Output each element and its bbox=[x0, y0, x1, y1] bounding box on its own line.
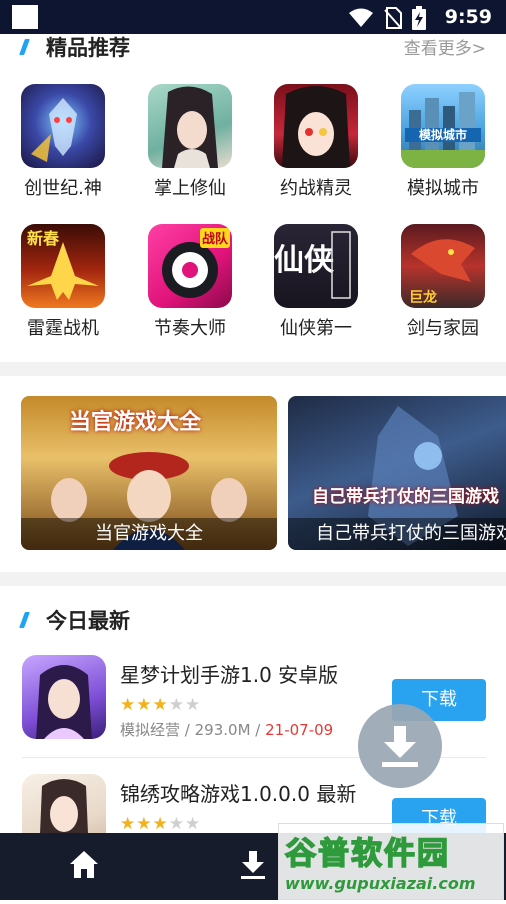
svg-text:战队: 战队 bbox=[202, 231, 229, 247]
item-date: 21-07-09 bbox=[265, 721, 334, 739]
svg-text:模拟城市: 模拟城市 bbox=[419, 127, 467, 142]
app-item[interactable]: 模拟城市 模拟城市 bbox=[388, 84, 498, 200]
star-empty-icon: ★★ bbox=[168, 814, 202, 834]
banner-card[interactable]: 自己带兵打仗的三国游戏 自己带兵打仗的三国游戏 bbox=[288, 396, 506, 550]
app-name: 创世纪.神 bbox=[24, 178, 102, 199]
app-name: 仙侠第一 bbox=[280, 318, 352, 339]
view-more-link[interactable]: 查看更多> bbox=[404, 34, 486, 59]
star-icon: ★★★ bbox=[120, 814, 169, 834]
rating-stars: ★★★★★ bbox=[120, 814, 201, 834]
app-item[interactable]: 战队 节奏大师 bbox=[135, 224, 245, 340]
svg-text:新春: 新春 bbox=[27, 229, 60, 248]
app-item[interactable]: 仙侠 仙侠第一 bbox=[261, 224, 371, 340]
app-name: 约战精灵 bbox=[280, 178, 352, 199]
city-sim-icon: 模拟城市 bbox=[401, 84, 485, 168]
home-icon bbox=[70, 851, 98, 878]
wifi-icon bbox=[349, 8, 373, 27]
svg-text:巨龙: 巨龙 bbox=[409, 289, 437, 306]
fighter-jet-icon: 新春 bbox=[21, 224, 105, 308]
section-divider bbox=[0, 572, 506, 586]
item-size: 293.0M bbox=[194, 721, 251, 739]
xianxia-lady-icon bbox=[148, 84, 232, 168]
item-title: 锦绣攻略游戏1.0.0.0 最新 bbox=[120, 782, 357, 806]
warrior-game-icon bbox=[21, 84, 105, 168]
rhythm-master-icon: 战队 bbox=[148, 224, 232, 308]
no-sim-icon bbox=[384, 7, 402, 29]
star-empty-icon: ★★ bbox=[168, 695, 202, 715]
app-item[interactable]: 巨龙 剑与家园 bbox=[388, 224, 498, 340]
rating-stars: ★★★★★ bbox=[120, 695, 201, 715]
download-arrow-icon bbox=[382, 726, 418, 767]
banner-caption: 当官游戏大全 bbox=[21, 518, 277, 550]
section-accent-icon bbox=[19, 612, 30, 628]
calligraphy-icon: 仙侠 bbox=[274, 224, 358, 308]
star-icon: ★★★ bbox=[120, 695, 169, 715]
featured-title: 精品推荐 bbox=[46, 36, 130, 60]
anime-girl-icon bbox=[274, 84, 358, 168]
watermark-logo: 谷普软件园 bbox=[284, 835, 450, 873]
tab-home[interactable] bbox=[24, 833, 144, 900]
banner-overlay-text: 自己带兵打仗的三国游戏 bbox=[312, 487, 499, 507]
app-name: 节奏大师 bbox=[154, 318, 226, 339]
status-icons bbox=[348, 6, 426, 30]
app-item[interactable]: 创世纪.神 bbox=[8, 84, 118, 200]
status-bar: 9:59 bbox=[0, 0, 506, 34]
section-divider bbox=[0, 362, 506, 376]
app-item[interactable]: 掌上修仙 bbox=[135, 84, 245, 200]
app-item[interactable]: 新春 雷霆战机 bbox=[8, 224, 118, 340]
banner-card[interactable]: 当官游戏大全 当官游戏大全 bbox=[21, 396, 277, 550]
item-title: 星梦计划手游1.0 安卓版 bbox=[120, 663, 339, 687]
app-name: 雷霆战机 bbox=[27, 318, 99, 339]
section-accent-icon bbox=[19, 39, 30, 55]
latest-title: 今日最新 bbox=[46, 609, 130, 633]
banner-overlay-text: 当官游戏大全 bbox=[69, 410, 202, 435]
latest-section-header: 今日最新 bbox=[0, 605, 506, 635]
app-name: 剑与家园 bbox=[407, 318, 479, 339]
svg-text:仙侠: 仙侠 bbox=[274, 243, 335, 278]
star-dream-game-icon bbox=[22, 655, 106, 739]
item-category: 模拟经营 bbox=[120, 721, 181, 739]
featured-section-header: 精品推荐 查看更多> bbox=[0, 32, 506, 62]
battery-charging-icon bbox=[412, 6, 426, 30]
app-item[interactable]: 约战精灵 bbox=[261, 84, 371, 200]
notification-icon bbox=[12, 5, 38, 29]
item-meta: 模拟经营 / 293.0M / 21-07-09 bbox=[120, 721, 334, 739]
watermark: 谷普软件园 www.gupuxiazai.com bbox=[278, 823, 504, 900]
dragon-icon: 巨龙 bbox=[401, 224, 485, 308]
app-name: 掌上修仙 bbox=[154, 178, 226, 199]
status-time: 9:59 bbox=[444, 6, 492, 28]
banner-caption: 自己带兵打仗的三国游戏 bbox=[288, 518, 506, 550]
watermark-url: www.gupuxiazai.com bbox=[285, 874, 476, 893]
app-name: 模拟城市 bbox=[407, 178, 479, 199]
floating-download-button[interactable] bbox=[358, 704, 442, 788]
